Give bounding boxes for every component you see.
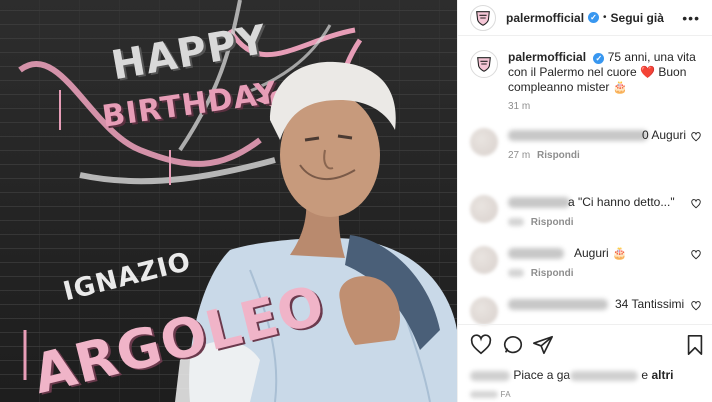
verified-badge-icon: ✓ xyxy=(588,12,600,23)
blurred-liker-name xyxy=(570,370,639,381)
header-username[interactable]: palermofficial xyxy=(506,11,584,25)
cake-emoji: 🎂 xyxy=(612,80,628,94)
share-send-icon[interactable] xyxy=(532,334,554,356)
blurred-username xyxy=(508,130,648,141)
caption-time[interactable]: 31 m xyxy=(508,99,698,114)
palermo-crest-icon xyxy=(476,10,490,26)
caption-username[interactable]: palermofficial xyxy=(508,50,586,64)
comment-item: a "Ci hanno detto..." Rispondi xyxy=(470,195,701,231)
likes-prefix: Piace a ga xyxy=(513,368,571,382)
likes-summary: Piace a ga e altri xyxy=(470,368,673,382)
likes-conjunction: e xyxy=(641,368,649,382)
avatar[interactable] xyxy=(470,4,496,31)
heart-icon[interactable] xyxy=(691,199,701,209)
comment-avatar[interactable] xyxy=(470,246,498,274)
blurred-timestamp xyxy=(470,391,498,399)
reply-button[interactable]: Rispondi xyxy=(537,150,580,161)
blurred-username xyxy=(508,197,570,208)
bookmark-icon[interactable] xyxy=(684,334,706,356)
blurred-username xyxy=(508,299,608,310)
timestamp-suffix: FA xyxy=(500,390,511,399)
following-button[interactable]: Segui già xyxy=(611,11,664,25)
comment-time[interactable]: 27 m xyxy=(508,150,530,161)
comment-item: Auguri 🎂 Rispondi xyxy=(470,246,701,282)
comment-text: Auguri 🎂 xyxy=(574,246,627,260)
reply-button[interactable]: Rispondi xyxy=(531,268,574,279)
caption-avatar[interactable] xyxy=(470,50,498,78)
post-timestamp: FA xyxy=(470,390,511,399)
heart-icon[interactable] xyxy=(691,301,701,311)
more-options-icon[interactable]: ••• xyxy=(682,10,700,26)
comment-meta: Rispondi xyxy=(508,268,574,279)
like-heart-icon[interactable] xyxy=(470,334,492,356)
comment-bubble-icon[interactable] xyxy=(502,334,524,356)
likes-others-link[interactable]: altri xyxy=(651,368,673,382)
post-header: palermofficial ✓ • Segui già ••• xyxy=(458,0,712,36)
blurred-username xyxy=(508,248,564,259)
post-side-panel: palermofficial ✓ • Segui già ••• palermo… xyxy=(457,0,712,402)
comment-text: a "Ci hanno detto..." xyxy=(568,195,675,209)
comment-item: 34 Tantissimi xyxy=(470,297,701,325)
comment-avatar[interactable] xyxy=(470,128,498,156)
palermo-crest-icon xyxy=(477,57,491,72)
blurred-avatars xyxy=(470,370,510,381)
cake-emoji: 🎂 xyxy=(612,246,627,260)
comment-text: 34 Tantissimi xyxy=(615,297,685,311)
post-image[interactable]: HAPPY BIRTHDAY IGNAZIO ARGOLEO xyxy=(0,0,457,402)
header-separator: • xyxy=(603,12,607,23)
action-bar xyxy=(470,334,703,358)
comment-avatar[interactable] xyxy=(470,297,498,325)
divider xyxy=(458,324,712,325)
comment-meta: 27 m Rispondi xyxy=(508,150,580,161)
heart-icon[interactable] xyxy=(691,132,701,142)
heart-icon[interactable] xyxy=(691,250,701,260)
comment-meta: Rispondi xyxy=(508,217,574,228)
comment-avatar[interactable] xyxy=(470,195,498,223)
verified-badge-icon: ✓ xyxy=(593,53,605,64)
post-caption: palermofficial ✓ 75 anni, una vita con i… xyxy=(458,36,712,114)
blurred-time xyxy=(508,218,524,227)
heart-emoji: ❤️ xyxy=(640,65,656,79)
reply-button[interactable]: Rispondi xyxy=(531,217,574,228)
comment-item: 0 Auguri 27 m Rispondi xyxy=(470,128,701,168)
comment-text: 0 Auguri xyxy=(642,128,687,142)
blurred-time xyxy=(508,269,524,278)
